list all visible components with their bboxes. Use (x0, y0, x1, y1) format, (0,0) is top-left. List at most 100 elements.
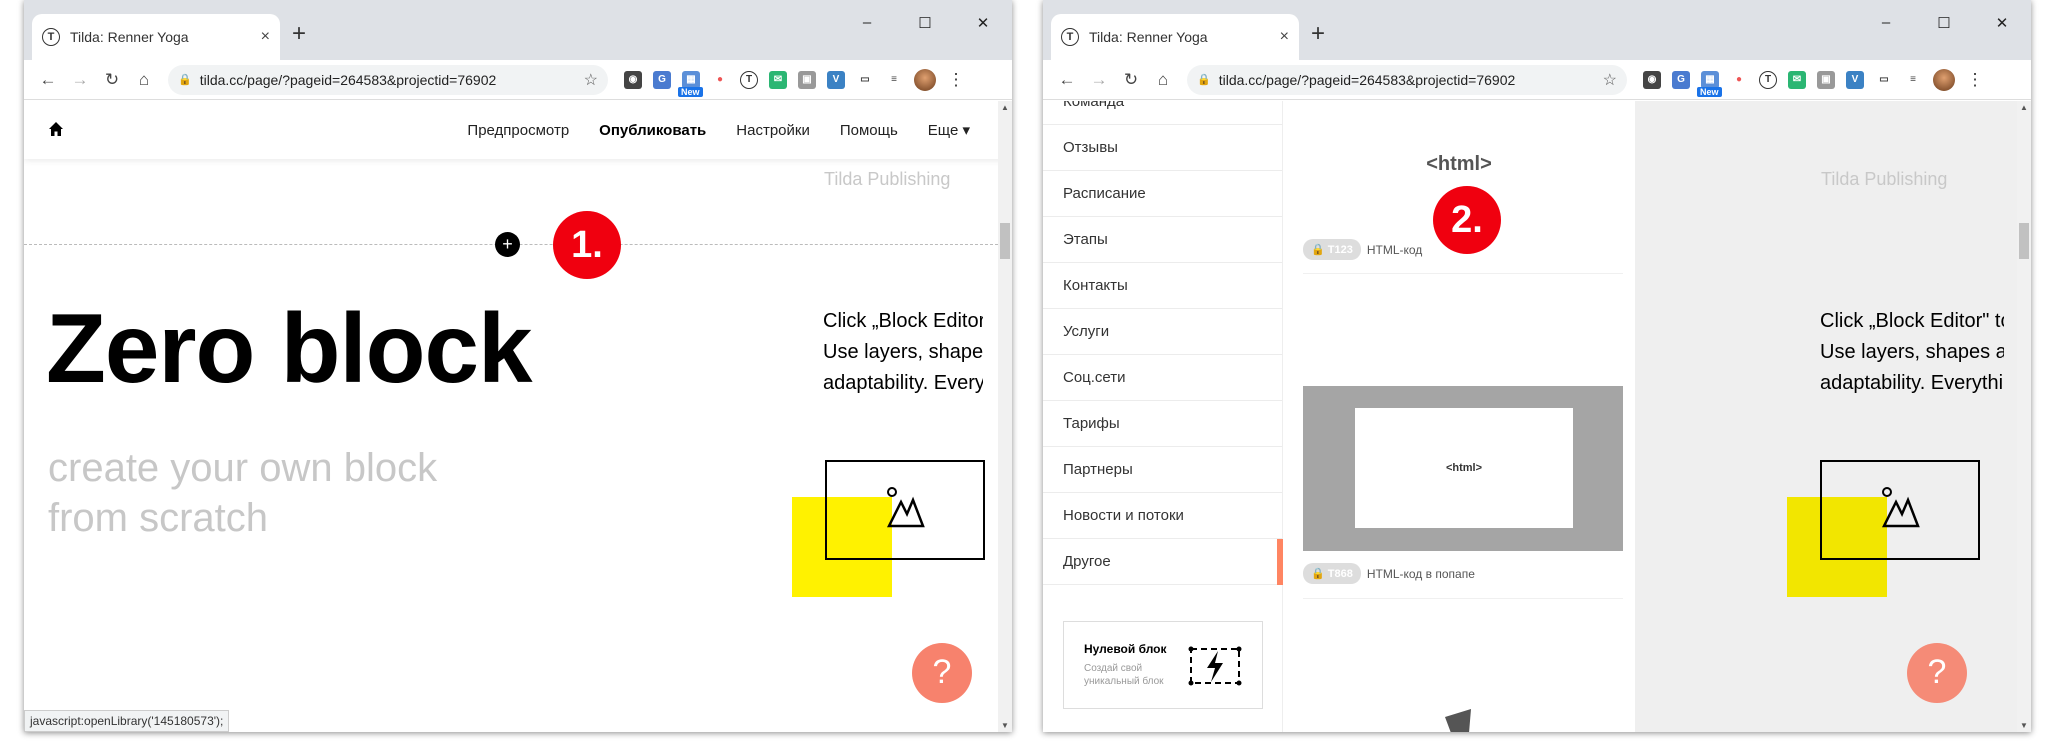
translate-extension-icon[interactable]: G (1672, 70, 1690, 89)
profile-avatar[interactable] (914, 68, 936, 91)
minimize-button[interactable]: – (838, 14, 896, 32)
block-label: HTML-код в попапе (1366, 566, 1475, 581)
category-item[interactable]: Контакты (1043, 263, 1282, 309)
back-icon[interactable]: ← (1051, 70, 1083, 90)
tab-close-icon[interactable]: × (1280, 28, 1289, 46)
tilda-menu: Предпросмотр Опубликовать Настройки Помо… (467, 101, 970, 159)
playlist-icon[interactable]: ≡ (1904, 70, 1922, 89)
lightning-frame-icon (1188, 646, 1242, 686)
extension-new-icon[interactable]: ▦ New (1697, 70, 1722, 97)
minimize-button[interactable]: – (1857, 14, 1915, 32)
reload-icon[interactable]: ↻ (1115, 70, 1147, 90)
category-item[interactable]: Новости и потоки (1043, 493, 1282, 539)
lock-block-code: 🔒 T123 (1303, 239, 1361, 260)
category-item[interactable]: Расписание (1043, 171, 1282, 217)
desc-line: adaptability. Everythi (1820, 372, 2004, 394)
mail-extension-icon[interactable]: ✉ (769, 70, 787, 89)
tilda-extension-icon[interactable]: T (1759, 70, 1777, 89)
html-tag-preview: <html> (1426, 153, 1492, 175)
block-code-row[interactable]: 🔒 T868 HTML-код в попапе (1303, 563, 1475, 584)
url-text: tilda.cc/page/?pageid=264583&projectid=7… (1218, 71, 1516, 88)
close-window-button[interactable]: ✕ (1973, 14, 2031, 32)
bookmark-star-icon[interactable]: ☆ (1603, 70, 1617, 90)
image-extension-icon[interactable]: ▣ (798, 70, 816, 89)
image-extension-icon[interactable]: ▣ (1817, 70, 1835, 89)
new-tab-button[interactable]: + (1311, 22, 1325, 46)
tab-close-icon[interactable]: × (261, 28, 270, 46)
home-icon[interactable]: ⌂ (1147, 70, 1179, 90)
status-bar: javascript:openLibrary('145180573'); (24, 710, 230, 732)
color-extension-icon[interactable]: ● (1730, 70, 1748, 89)
add-block-button[interactable]: + (495, 232, 520, 257)
menu-kebab-icon[interactable]: ⋮ (947, 70, 965, 90)
bookmark-star-icon[interactable]: ☆ (584, 70, 598, 90)
translate-extension-icon[interactable]: G (653, 70, 671, 89)
menu-settings[interactable]: Настройки (736, 122, 810, 139)
block-label: HTML-код (1366, 242, 1423, 257)
popup-block-thumbnail[interactable]: <html> (1303, 386, 1623, 551)
category-item[interactable]: Услуги (1043, 309, 1282, 355)
home-icon[interactable] (46, 119, 66, 139)
scroll-thumb[interactable] (1000, 223, 1010, 259)
scroll-thumb[interactable] (2019, 223, 2029, 259)
menu-preview[interactable]: Предпросмотр (467, 122, 569, 139)
category-item[interactable]: Отзывы (1043, 125, 1282, 171)
extension-icon[interactable]: ◉ (624, 70, 642, 89)
scroll-up-icon[interactable]: ▲ (998, 103, 1012, 112)
popup-html-preview: <html> (1355, 408, 1573, 528)
menu-more[interactable]: Еще ▾ (928, 121, 970, 139)
category-sidebar: Команда Отзывы Расписание Этапы Контакты… (1043, 101, 1283, 732)
extension-new-icon[interactable]: ▦ New (678, 70, 703, 97)
browser-tab[interactable]: T Tilda: Renner Yoga × (32, 14, 280, 60)
help-button[interactable]: ? (912, 643, 972, 703)
menu-publish[interactable]: Опубликовать (599, 122, 706, 139)
block-description: Click „Block Editor" tc Use layers, shap… (1820, 306, 2004, 399)
zero-block-subtitle: create your own block from scratch (48, 446, 438, 540)
forward-icon[interactable]: → (1083, 70, 1115, 90)
desc-line: Use layers, shapes a (1820, 341, 2004, 363)
category-item[interactable]: Команда (1043, 101, 1282, 125)
scroll-down-icon[interactable]: ▼ (998, 721, 1012, 730)
home-icon[interactable]: ⌂ (128, 70, 160, 90)
scrollbar[interactable]: ▲ ▼ (998, 101, 1012, 732)
maximize-button[interactable]: ☐ (1915, 14, 1973, 32)
category-item[interactable]: Соц.сети (1043, 355, 1282, 401)
address-bar[interactable]: 🔒 tilda.cc/page/?pageid=264583&projectid… (1187, 64, 1627, 95)
lock-icon: 🔒 (1197, 74, 1211, 86)
tilda-extension-icon[interactable]: T (740, 70, 758, 89)
category-item[interactable]: Партнеры (1043, 447, 1282, 493)
v-extension-icon[interactable]: V (827, 70, 845, 89)
tilda-publishing-label: Tilda Publishing (824, 169, 951, 189)
extension-icon[interactable]: ◉ (1643, 70, 1661, 89)
cast-icon[interactable]: ▭ (1875, 70, 1893, 89)
reload-icon[interactable]: ↻ (96, 70, 128, 90)
close-window-button[interactable]: ✕ (954, 14, 1012, 32)
new-tab-button[interactable]: + (292, 22, 306, 46)
category-item-active[interactable]: Другое (1043, 539, 1283, 585)
category-item[interactable]: Этапы (1043, 217, 1282, 263)
page-content: Команда Отзывы Расписание Этапы Контакты… (1043, 101, 2031, 732)
browser-window-right: T Tilda: Renner Yoga × + – ☐ ✕ ← → ↻ ⌂ 🔒… (1043, 0, 2031, 732)
maximize-button[interactable]: ☐ (896, 14, 954, 32)
forward-icon[interactable]: → (64, 70, 96, 90)
help-button[interactable]: ? (1907, 643, 1967, 703)
desc-line: Click „Block Editor" to (823, 310, 983, 332)
cast-icon[interactable]: ▭ (856, 70, 874, 89)
scroll-up-icon[interactable]: ▲ (2017, 103, 2031, 112)
block-code-row[interactable]: 🔒 T123 HTML-код (1303, 239, 1422, 260)
new-badge: New (678, 86, 703, 97)
back-icon[interactable]: ← (32, 70, 64, 90)
menu-help[interactable]: Помощь (840, 122, 898, 139)
mail-extension-icon[interactable]: ✉ (1788, 70, 1806, 89)
color-extension-icon[interactable]: ● (711, 70, 729, 89)
category-item[interactable]: Тарифы (1043, 401, 1282, 447)
playlist-icon[interactable]: ≡ (885, 70, 903, 89)
browser-tab[interactable]: T Tilda: Renner Yoga × (1051, 14, 1299, 60)
scrollbar[interactable]: ▲ ▼ (2017, 101, 2031, 732)
menu-kebab-icon[interactable]: ⋮ (1966, 70, 1984, 90)
profile-avatar[interactable] (1933, 68, 1955, 91)
address-bar[interactable]: 🔒 tilda.cc/page/?pageid=264583&projectid… (168, 64, 608, 95)
v-extension-icon[interactable]: V (1846, 70, 1864, 89)
zero-block-card[interactable]: Нулевой блок Создай свой уникальный блок (1063, 621, 1263, 709)
scroll-down-icon[interactable]: ▼ (2017, 721, 2031, 730)
